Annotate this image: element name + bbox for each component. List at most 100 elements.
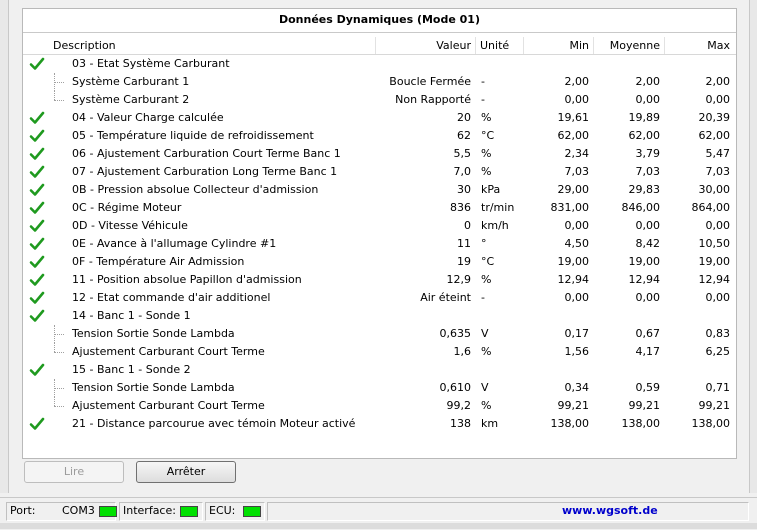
row-description: 06 - Ajustement Carburation Court Terme …	[72, 147, 341, 160]
row-unite: %	[481, 165, 492, 178]
row-min: 19,00	[557, 255, 590, 268]
tree-connector	[54, 82, 64, 83]
row-description: Tension Sortie Sonde Lambda	[72, 381, 235, 394]
table-row[interactable]: Système Carburant 2 Non Rapporté - 0,00 0,00…	[23, 91, 736, 109]
tree-connector	[54, 406, 64, 407]
table-row[interactable]: 12 - Etat commande d'air additionel Air é…	[23, 289, 736, 307]
column-header-moyenne[interactable]: Moyenne	[610, 39, 660, 53]
table-row[interactable]: 0B - Pression absolue Collecteur d'admis…	[23, 181, 736, 199]
column-header-unite[interactable]: Unité	[480, 39, 509, 53]
column-header-max[interactable]: Max	[707, 39, 730, 53]
port-status-led-icon	[99, 506, 117, 517]
row-max: 62,00	[698, 129, 731, 142]
checkmark-icon	[29, 147, 45, 160]
interface-label: Interface:	[123, 504, 176, 517]
status-website-panel: www.wgsoft.de	[267, 502, 749, 521]
table-row[interactable]: 04 - Valeur Charge calculée 20% 19,61 19,89…	[23, 109, 736, 127]
row-moyenne: 99,21	[628, 399, 661, 412]
table-row[interactable]: 05 - Température liquide de refroidissem…	[23, 127, 736, 145]
checkmark-icon	[29, 183, 45, 196]
column-separator	[475, 37, 476, 54]
right-window-edge	[749, 0, 757, 493]
column-header-valeur[interactable]: Valeur	[436, 39, 471, 53]
row-moyenne: 846,00	[621, 201, 661, 214]
row-moyenne: 0,00	[635, 291, 661, 304]
row-valeur: 0	[464, 219, 471, 232]
row-unite: %	[481, 399, 492, 412]
table-row[interactable]: 07 - Ajustement Carburation Long Terme B…	[23, 163, 736, 181]
table-row[interactable]: 06 - Ajustement Carburation Court Terme …	[23, 145, 736, 163]
row-moyenne: 62,00	[628, 129, 661, 142]
row-description: 07 - Ajustement Carburation Long Terme B…	[72, 165, 338, 178]
row-description: 04 - Valeur Charge calculée	[72, 111, 224, 124]
row-description: 12 - Etat commande d'air additionel	[72, 291, 271, 304]
column-header-min[interactable]: Min	[569, 39, 589, 53]
row-valeur: 62	[457, 129, 471, 142]
checkmark-icon	[29, 291, 45, 304]
row-min: 99,21	[557, 399, 590, 412]
row-unite: %	[481, 147, 492, 160]
interface-status-led-icon	[180, 506, 198, 517]
row-valeur: Air éteint	[420, 291, 471, 304]
row-unite: V	[481, 381, 489, 394]
checkmark-icon	[29, 363, 45, 376]
checkmark-icon	[29, 165, 45, 178]
table-row[interactable]: Tension Sortie Sonde Lambda 0,635 V 0,17 0,6…	[23, 325, 736, 343]
checkmark-icon	[29, 309, 45, 322]
table-row[interactable]: 15 - Banc 1 - Sonde 2	[23, 361, 736, 379]
table-row[interactable]: Système Carburant 1 Boucle Fermée - 2,00 2,0…	[23, 73, 736, 91]
column-separator	[593, 37, 594, 54]
table-row[interactable]: 0C - Régime Moteur 836 tr/min 831,00 846,00 8…	[23, 199, 736, 217]
row-unite: -	[481, 93, 485, 106]
website-link[interactable]: www.wgsoft.de	[562, 503, 658, 519]
row-description: 21 - Distance parcourue avec témoin Mote…	[72, 417, 356, 430]
row-valeur: 0,610	[439, 381, 472, 394]
row-moyenne: 8,42	[635, 237, 661, 250]
row-valeur: 11	[457, 237, 471, 250]
table-row[interactable]: Ajustement Carburant Court Terme 99,2% 99,…	[23, 397, 736, 415]
row-min: 7,03	[564, 165, 590, 178]
row-description: Ajustement Carburant Court Terme	[72, 345, 265, 358]
row-min: 0,34	[564, 381, 590, 394]
table-row[interactable]: Ajustement Carburant Court Terme 1,6% 1,56…	[23, 343, 736, 361]
bottom-window-edge	[0, 523, 757, 529]
dynamic-data-panel: Données Dynamiques (Mode 01) Description…	[22, 8, 737, 459]
row-valeur: Non Rapporté	[395, 93, 471, 106]
row-description: 0E - Avance à l'allumage Cylindre #1	[72, 237, 277, 250]
arreter-button[interactable]: Arrêter	[136, 461, 236, 483]
table-row[interactable]: 0D - Vitesse Véhicule 0 km/h 0,00 0,00 0,00	[23, 217, 736, 235]
row-min: 19,61	[557, 111, 590, 124]
row-max: 10,50	[698, 237, 731, 250]
checkmark-icon	[29, 57, 45, 70]
tree-connector	[54, 100, 64, 101]
row-valeur: 0,635	[439, 327, 472, 340]
table-row[interactable]: Tension Sortie Sonde Lambda 0,610 V 0,34 0,5…	[23, 379, 736, 397]
port-value: COM3	[62, 504, 95, 517]
row-valeur: Boucle Fermée	[389, 75, 471, 88]
column-separator	[523, 37, 524, 54]
title-divider	[23, 32, 736, 33]
row-moyenne: 12,94	[628, 273, 661, 286]
table-row[interactable]: 14 - Banc 1 - Sonde 1	[23, 307, 736, 325]
table-row[interactable]: 0E - Avance à l'allumage Cylindre #1 11 ° 4…	[23, 235, 736, 253]
table-row[interactable]: 03 - Etat Système Carburant	[23, 55, 736, 73]
row-max: 5,47	[705, 147, 731, 160]
row-max: 0,83	[705, 327, 731, 340]
row-moyenne: 7,03	[635, 165, 661, 178]
row-unite: %	[481, 273, 492, 286]
table-row[interactable]: 21 - Distance parcourue avec témoin Mote…	[23, 415, 736, 433]
row-min: 2,00	[564, 75, 590, 88]
table-row[interactable]: 11 - Position absolue Papillon d'admissi…	[23, 271, 736, 289]
row-valeur: 7,0	[453, 165, 472, 178]
tree-connector	[54, 388, 64, 389]
row-moyenne: 2,00	[635, 75, 661, 88]
row-min: 0,00	[564, 93, 590, 106]
column-header-description[interactable]: Description	[53, 39, 116, 53]
row-description: Ajustement Carburant Court Terme	[72, 399, 265, 412]
row-description: 05 - Température liquide de refroidissem…	[72, 129, 314, 142]
lire-button[interactable]: Lire	[24, 461, 124, 483]
ecu-label: ECU:	[209, 504, 236, 517]
checkmark-icon	[29, 111, 45, 124]
row-min: 29,00	[557, 183, 590, 196]
table-row[interactable]: 0F - Température Air Admission 19 °C 19,00 1…	[23, 253, 736, 271]
